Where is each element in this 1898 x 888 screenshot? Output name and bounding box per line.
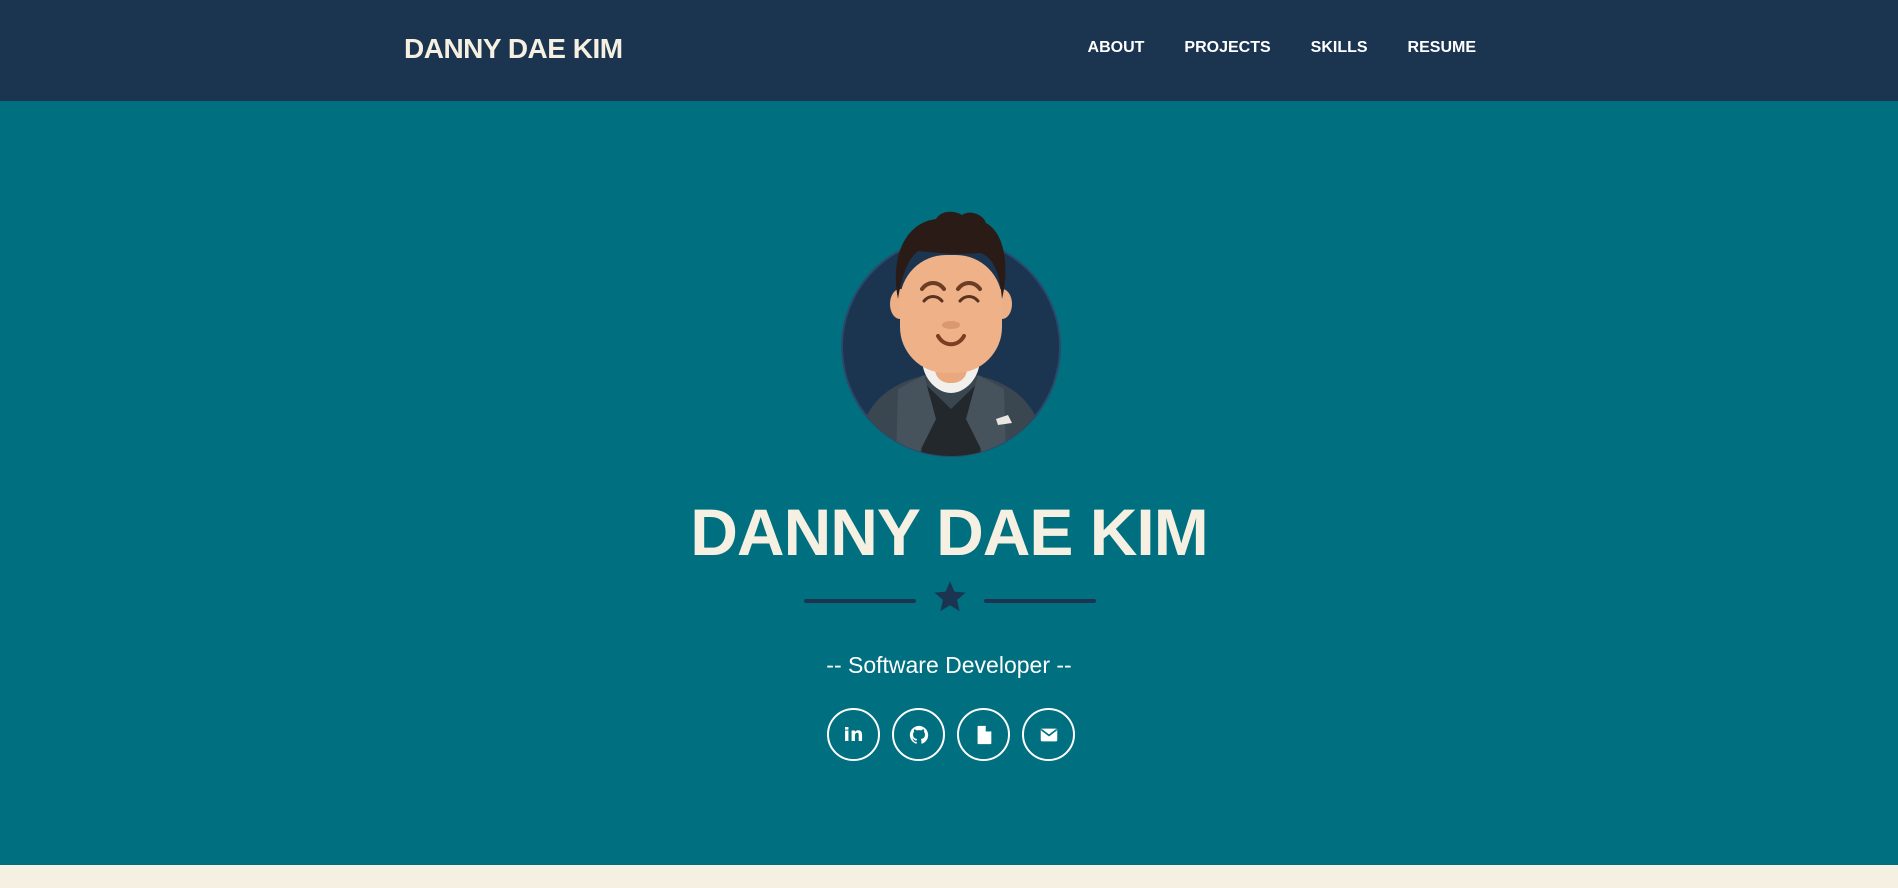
star-icon (934, 581, 966, 612)
avatar-illustration (841, 211, 1061, 457)
email-button[interactable] (1022, 708, 1075, 761)
nav-link-resume[interactable]: RESUME (1408, 39, 1476, 56)
divider-line-left (804, 599, 916, 603)
linkedin-icon: in (843, 723, 864, 746)
github-button[interactable] (892, 708, 945, 761)
navbar: DANNY DAE KIM ABOUT PROJECTS SKILLS RESU… (0, 0, 1898, 101)
next-section-edge (0, 865, 1898, 888)
resume-file-button[interactable] (957, 708, 1010, 761)
envelope-icon (1040, 728, 1057, 741)
brand-link[interactable]: DANNY DAE KIM (404, 33, 623, 65)
nav-link-about[interactable]: ABOUT (1088, 39, 1145, 56)
divider-line-right (984, 599, 1096, 603)
nav-link-projects[interactable]: PROJECTS (1184, 39, 1270, 56)
nav-links: ABOUT PROJECTS SKILLS RESUME (1088, 39, 1476, 57)
hero-subtitle: -- Software Developer -- (826, 652, 1072, 678)
document-icon (977, 725, 991, 744)
star-divider (804, 579, 1096, 623)
github-icon (909, 725, 928, 744)
hero-section: DANNY DAE KIM -- Software Developer -- i… (0, 101, 1898, 865)
nav-link-skills[interactable]: SKILLS (1311, 39, 1368, 56)
social-links: in (827, 708, 1075, 761)
linkedin-button[interactable]: in (827, 708, 880, 761)
hero-title: DANNY DAE KIM (690, 495, 1208, 569)
